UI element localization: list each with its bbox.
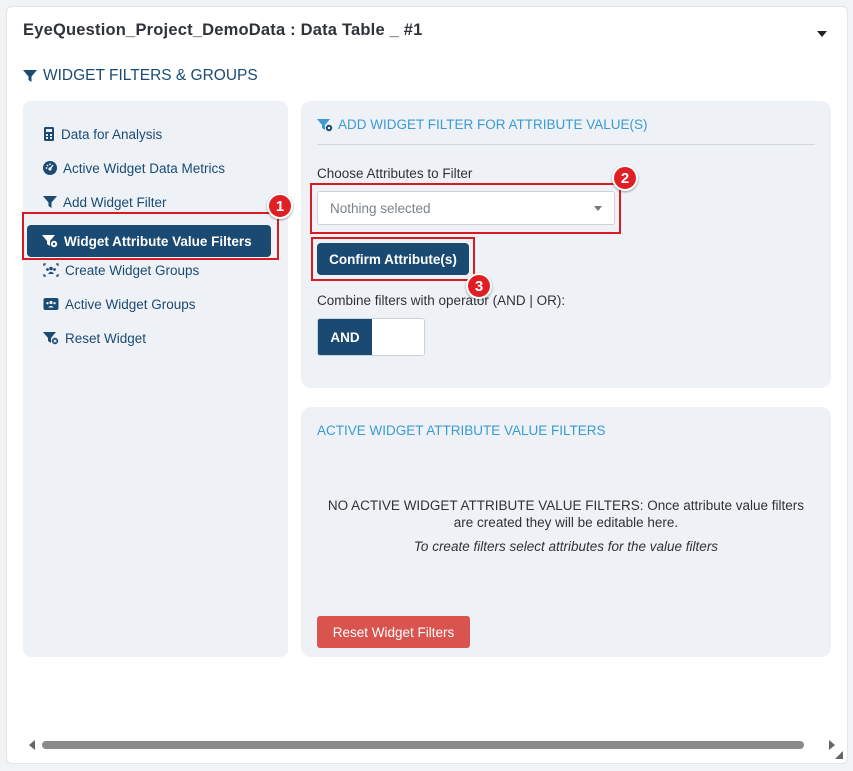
attributes-select[interactable]: Nothing selected [317,191,615,225]
add-widget-filter-card: ADD WIDGET FILTER FOR ATTRIBUTE VALUE(S)… [301,101,831,388]
panel-title: EyeQuestion_Project_DemoData : Data Tabl… [23,21,423,39]
annotation-badge-1: 1 [267,193,293,219]
sidebar-item-widget-attribute-value-filters[interactable]: Widget Attribute Value Filters [27,225,271,257]
sidebar-item-active-widget-data-metrics[interactable]: Active Widget Data Metrics [43,157,225,179]
users-group-icon [43,263,59,277]
reset-widget-filters-button[interactable]: Reset Widget Filters [317,616,470,648]
scroll-left-arrow-icon[interactable] [29,740,35,750]
sidebar-item-label: Active Widget Groups [65,296,196,312]
card-heading-label: ADD WIDGET FILTER FOR ATTRIBUTE VALUE(S) [338,117,648,132]
section-title: WIDGET FILTERS & GROUPS [23,67,258,85]
dashboard-icon [43,161,57,175]
attributes-select-value: Nothing selected [330,200,431,216]
horizontal-scrollbar[interactable] [27,739,837,751]
filter-settings-icon [42,235,58,248]
empty-hint: To create filters select attributes for … [413,539,719,554]
section-title-label: WIDGET FILTERS & GROUPS [43,67,258,84]
card-heading: ADD WIDGET FILTER FOR ATTRIBUTE VALUE(S) [317,117,648,132]
annotation-badge-3: 3 [466,273,492,299]
sidebar-item-active-widget-groups[interactable]: Active Widget Groups [43,293,196,315]
operator-toggle-value: AND [318,319,372,355]
sidebar-item-reset-widget[interactable]: Reset Widget [43,327,146,349]
confirm-attributes-button[interactable]: Confirm Attribute(s) [317,243,469,275]
sidebar-item-label: Active Widget Data Metrics [63,160,226,176]
divider [317,144,815,145]
users-card-icon [43,298,59,310]
scroll-right-arrow-icon[interactable] [829,740,835,750]
sidebar-item-label: Create Widget Groups [65,262,200,278]
empty-message: NO ACTIVE WIDGET ATTRIBUTE VALUE FILTERS… [327,498,805,530]
sidebar-item-create-widget-groups[interactable]: Create Widget Groups [43,259,199,281]
filter-icon [23,70,37,82]
sidebar-item-data-for-analysis[interactable]: Data for Analysis [43,123,162,145]
sidebar-item-label: Data for Analysis [61,126,163,142]
operator-label: Combine filters with operator (AND | OR)… [317,293,566,308]
operator-toggle[interactable]: AND [317,318,425,356]
chevron-down-icon [594,206,602,211]
card-heading: ACTIVE WIDGET ATTRIBUTE VALUE FILTERS [317,423,606,438]
widget-panel: EyeQuestion_Project_DemoData : Data Tabl… [6,6,848,764]
active-filters-card: ACTIVE WIDGET ATTRIBUTE VALUE FILTERS NO… [301,407,831,657]
attributes-label: Choose Attributes to Filter [317,166,473,181]
resize-grip-icon[interactable] [835,751,843,759]
sidebar-item-label: Widget Attribute Value Filters [64,233,252,249]
collapse-caret-icon[interactable] [817,31,827,37]
filter-reset-icon [43,332,59,345]
annotation-badge-2: 2 [612,165,638,191]
sidebar-item-add-widget-filter[interactable]: Add Widget Filter [43,191,167,213]
sidebar-item-label: Reset Widget [65,330,147,346]
calculator-icon [44,127,54,141]
filter-icon [43,196,57,208]
sidebar: Data for Analysis Active Widget Data Met… [23,101,288,657]
sidebar-item-label: Add Widget Filter [63,194,167,210]
scroll-thumb[interactable] [42,741,804,749]
filter-settings-icon [317,118,333,131]
